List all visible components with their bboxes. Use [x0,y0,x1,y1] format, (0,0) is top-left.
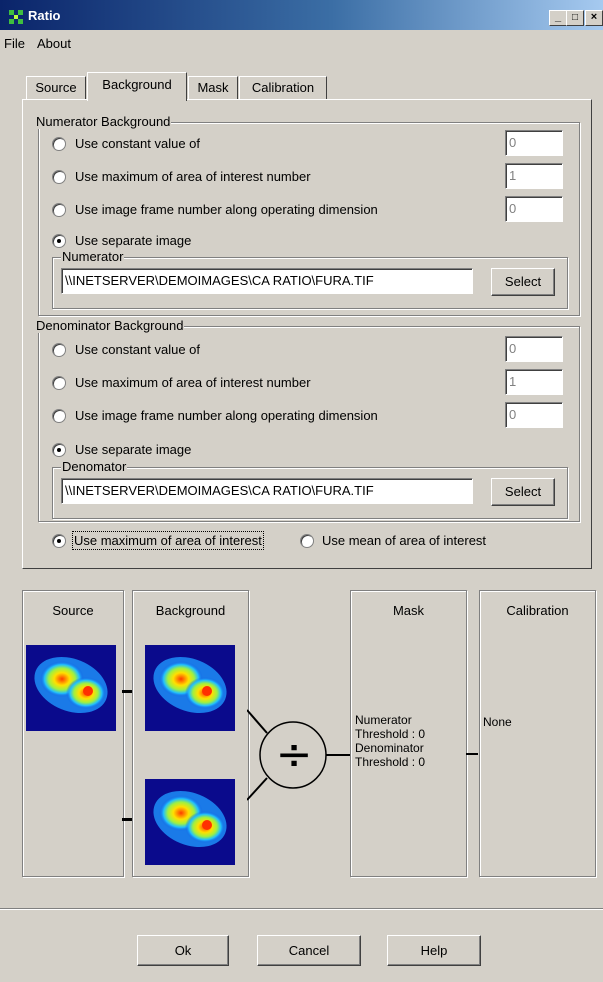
menu-about[interactable]: About [37,36,71,51]
tab-background-label: Background [102,77,172,92]
menu-bar: File About [0,36,79,56]
tab-source[interactable]: Source [26,76,86,99]
pipeline-mask-title: Mask [392,603,425,618]
close-button[interactable]: × [585,10,603,26]
denominator-background-legend: Denominator Background [35,318,185,333]
num-constant-radio[interactable] [52,137,66,151]
den-frame-radio[interactable] [52,409,66,423]
denominator-path-input[interactable]: \\INETSERVER\DEMOIMAGES\CA RATIO\FURA.TI… [61,478,473,504]
den-separate-label: Use separate image [75,442,192,457]
calibration-value: None [483,715,512,729]
num-max-aoi-label: Use maximum of area of interest number [75,169,311,184]
pipeline-background-title: Background [155,603,226,618]
source-to-background-connector-2 [122,818,132,821]
den-separate-radio[interactable] [52,443,66,457]
ok-button[interactable]: Ok [137,935,229,966]
den-max-aoi-label: Use maximum of area of interest number [75,375,311,390]
den-max-aoi-radio[interactable] [52,376,66,390]
mask-numerator-label: Numerator [355,713,412,727]
tab-background[interactable]: Background [87,72,187,101]
background-denominator-thumbnail [145,779,235,865]
title-bar: Ratio _ □ × [0,0,603,30]
source-to-background-connector [122,690,132,693]
den-constant-label: Use constant value of [75,342,201,357]
mask-denominator-threshold: Threshold : 0 [355,755,426,769]
num-frame-radio[interactable] [52,203,66,217]
mask-to-calibration-connector [466,753,478,755]
tab-source-label: Source [35,80,77,95]
menu-file[interactable]: File [4,36,25,51]
tab-calibration[interactable]: Calibration [239,76,327,99]
aoi-max-label: Use maximum of area of interest [72,531,264,550]
pipeline-source-title: Source [52,603,94,618]
pipeline-calibration-box: Calibration None [479,590,596,877]
minimize-button[interactable]: _ [549,10,567,26]
window-title: Ratio [28,8,61,23]
app-icon [9,10,23,24]
num-constant-input[interactable]: 0 [505,130,563,156]
close-icon: × [590,11,598,23]
numerator-select-button[interactable]: Select [491,268,555,296]
denominator-select-button[interactable]: Select [491,478,555,506]
footer-separator [0,908,603,910]
den-constant-radio[interactable] [52,343,66,357]
aoi-mean-radio[interactable] [300,534,314,548]
denominator-image-legend: Denomator [61,459,128,474]
pipeline-calibration-title: Calibration [506,603,569,618]
maximize-icon: □ [571,12,579,23]
pipeline-source-box: Source [22,590,124,877]
den-frame-input[interactable]: 0 [505,402,563,428]
num-frame-label: Use image frame number along operating d… [75,202,378,217]
cancel-button[interactable]: Cancel [257,935,361,966]
num-separate-radio[interactable] [52,234,66,248]
num-max-aoi-input[interactable]: 1 [505,163,563,189]
aoi-max-radio[interactable] [52,534,66,548]
pipeline-background-box: Background [132,590,249,877]
divide-icon: ÷ [275,729,313,780]
numerator-path-input[interactable]: \\INETSERVER\DEMOIMAGES\CA RATIO\FURA.TI… [61,268,473,294]
den-frame-label: Use image frame number along operating d… [75,408,378,423]
num-max-aoi-radio[interactable] [52,170,66,184]
den-constant-input[interactable]: 0 [505,336,563,362]
source-thumbnail [26,645,116,731]
num-frame-input[interactable]: 0 [505,196,563,222]
tab-mask-label: Mask [197,80,229,95]
background-numerator-thumbnail [145,645,235,731]
num-separate-label: Use separate image [75,233,192,248]
aoi-mean-label: Use mean of area of interest [322,533,487,548]
numerator-image-legend: Numerator [61,249,125,264]
mask-denominator-label: Denominator [355,741,424,755]
minimize-icon: _ [554,11,562,23]
tab-mask[interactable]: Mask [188,76,238,99]
den-max-aoi-input[interactable]: 1 [505,369,563,395]
num-constant-label: Use constant value of [75,136,201,151]
numerator-background-legend: Numerator Background [35,114,172,129]
tab-calibration-label: Calibration [251,80,315,95]
mask-numerator-threshold: Threshold : 0 [355,727,426,741]
maximize-button[interactable]: □ [566,10,584,26]
pipeline-mask-box: Mask Numerator Threshold : 0 Denominator… [350,590,467,877]
help-button[interactable]: Help [387,935,481,966]
